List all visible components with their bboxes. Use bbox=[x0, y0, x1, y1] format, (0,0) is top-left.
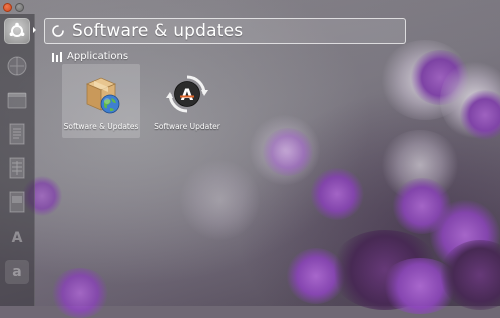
software-properties-icon bbox=[77, 70, 125, 118]
presentation-icon[interactable] bbox=[5, 190, 29, 214]
maximize-icon[interactable] bbox=[15, 3, 24, 12]
software-center-icon[interactable]: A bbox=[5, 226, 29, 250]
search-query[interactable]: Software & updates bbox=[72, 21, 243, 41]
software-updater-icon: A bbox=[163, 70, 211, 118]
web-browser-icon[interactable] bbox=[5, 54, 29, 78]
result-label: Software & Updates bbox=[63, 122, 139, 131]
search-input[interactable]: Software & updates bbox=[44, 18, 406, 44]
launcher: A a bbox=[0, 14, 35, 306]
spinner-icon bbox=[51, 24, 65, 38]
files-icon[interactable] bbox=[5, 88, 29, 112]
result-label: Software Updater bbox=[154, 122, 220, 131]
spreadsheet-icon[interactable] bbox=[5, 156, 29, 180]
category-header[interactable]: Applications bbox=[52, 49, 128, 63]
amazon-icon[interactable]: a bbox=[5, 260, 29, 284]
applications-icon bbox=[52, 47, 62, 66]
close-icon[interactable] bbox=[3, 3, 12, 12]
ubuntu-logo-icon[interactable] bbox=[4, 18, 30, 44]
svg-text:A: A bbox=[181, 85, 194, 104]
text-document-icon[interactable] bbox=[5, 122, 29, 146]
result-software-and-updates[interactable]: Software & Updates bbox=[62, 64, 140, 138]
category-label: Applications bbox=[67, 50, 129, 62]
dash-overlay bbox=[0, 0, 500, 306]
launcher-active-arrow bbox=[33, 27, 36, 33]
result-software-updater[interactable]: A Software Updater bbox=[148, 64, 226, 138]
